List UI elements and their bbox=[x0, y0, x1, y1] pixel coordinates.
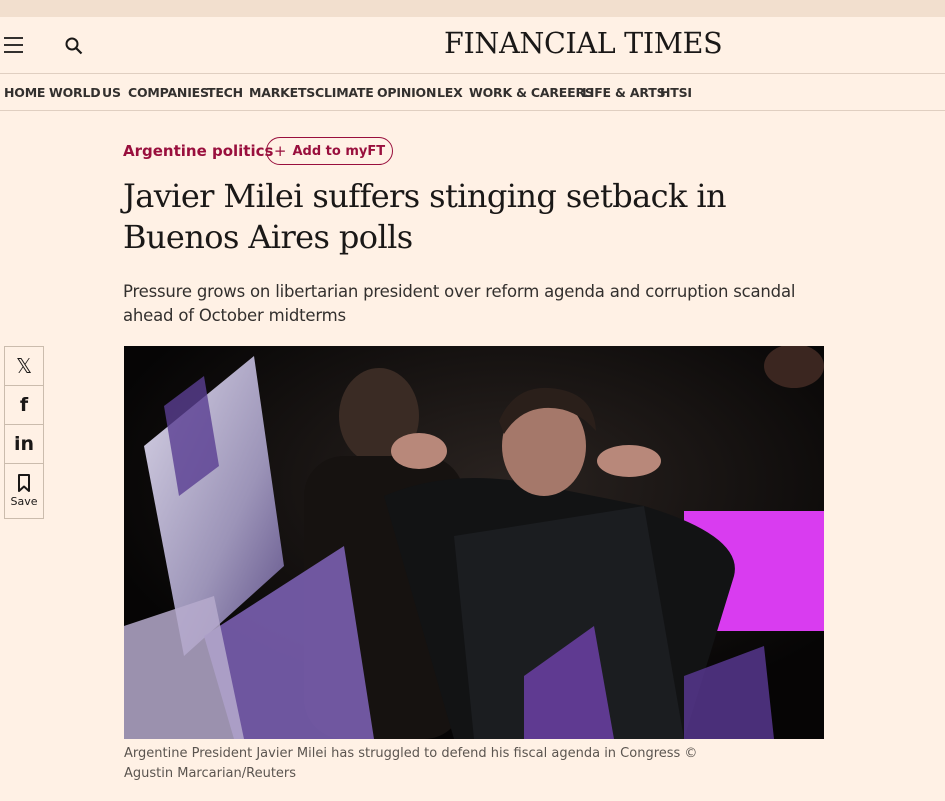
search-button[interactable] bbox=[64, 36, 84, 56]
nav-item-lex[interactable]: LEX bbox=[437, 85, 463, 100]
plus-icon: + bbox=[273, 142, 287, 160]
add-to-myft-button[interactable]: + Add to myFT bbox=[266, 137, 393, 165]
nav-item-opinion[interactable]: OPINION bbox=[377, 85, 436, 100]
save-label: Save bbox=[10, 495, 38, 508]
facebook-icon: f bbox=[19, 394, 29, 416]
share-facebook-button[interactable]: f bbox=[4, 385, 44, 425]
share-x-button[interactable]: 𝕏 bbox=[4, 346, 44, 386]
article-photo[interactable] bbox=[124, 346, 824, 739]
article-standfirst: Pressure grows on libertarian president … bbox=[123, 282, 796, 325]
add-to-myft-label: Add to myFT bbox=[292, 143, 386, 159]
share-bar: 𝕏 f in Save bbox=[4, 346, 44, 519]
nav-item-tech[interactable]: TECH bbox=[207, 85, 243, 100]
nav-item-life-arts[interactable]: LIFE & ARTS bbox=[582, 85, 666, 100]
menu-button[interactable] bbox=[4, 37, 23, 53]
topic-link[interactable]: Argentine politics bbox=[123, 142, 273, 160]
photo-caption: Argentine President Javier Milei has str… bbox=[124, 746, 698, 781]
menu-icon-bar bbox=[4, 44, 23, 46]
share-linkedin-button[interactable]: in bbox=[4, 424, 44, 464]
menu-icon-bar bbox=[4, 37, 23, 39]
nav-item-work-careers[interactable]: WORK & CAREERS bbox=[469, 85, 594, 100]
linkedin-icon: in bbox=[13, 433, 35, 455]
menu-icon-bar bbox=[4, 51, 23, 53]
nav-item-us[interactable]: US bbox=[102, 85, 121, 100]
save-button[interactable]: Save bbox=[4, 463, 44, 519]
main-nav: HOME WORLD US COMPANIES TECH MARKETS CLI… bbox=[0, 74, 945, 111]
article-photo-image bbox=[124, 346, 824, 739]
top-strip bbox=[0, 0, 945, 17]
ft-logo[interactable]: FINANCIAL TIMES bbox=[444, 27, 723, 60]
bookmark-icon bbox=[18, 474, 30, 492]
x-icon: 𝕏 bbox=[15, 354, 33, 378]
nav-item-markets[interactable]: MARKETS bbox=[249, 85, 315, 100]
nav-item-world[interactable]: WORLD bbox=[49, 85, 101, 100]
nav-item-companies[interactable]: COMPANIES bbox=[128, 85, 209, 100]
nav-item-climate[interactable]: CLIMATE bbox=[315, 85, 374, 100]
article-headline: Javier Milei suffers stinging setback in… bbox=[123, 177, 727, 256]
nav-item-htsi[interactable]: HTSI bbox=[660, 85, 692, 100]
nav-item-home[interactable]: HOME bbox=[4, 85, 45, 100]
search-icon bbox=[65, 37, 83, 55]
site-header: FINANCIAL TIMES bbox=[0, 17, 945, 74]
